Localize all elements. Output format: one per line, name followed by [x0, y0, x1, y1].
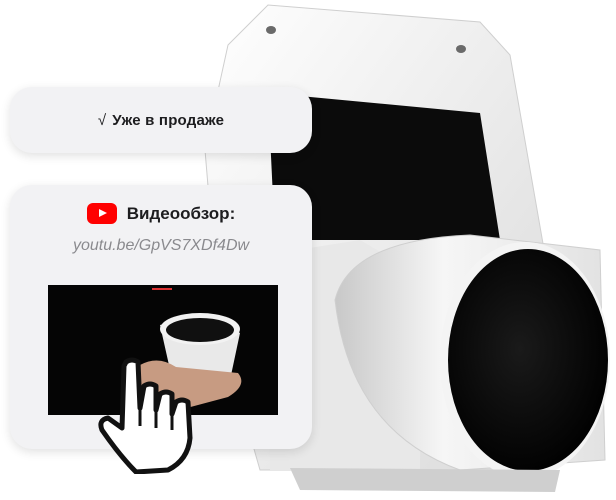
- youtube-icon: [86, 203, 117, 224]
- in-stock-chip: √ Уже в продаже: [10, 87, 312, 153]
- check-icon: √: [97, 111, 107, 129]
- video-link[interactable]: youtu.be/GpVS7XDf4Dw: [10, 237, 312, 255]
- hand-cursor-icon: [98, 357, 193, 474]
- in-stock-label: Уже в продаже: [112, 111, 225, 129]
- video-review-label: Видеообзор:: [126, 203, 236, 223]
- video-review-title: Видеообзор:: [10, 203, 312, 224]
